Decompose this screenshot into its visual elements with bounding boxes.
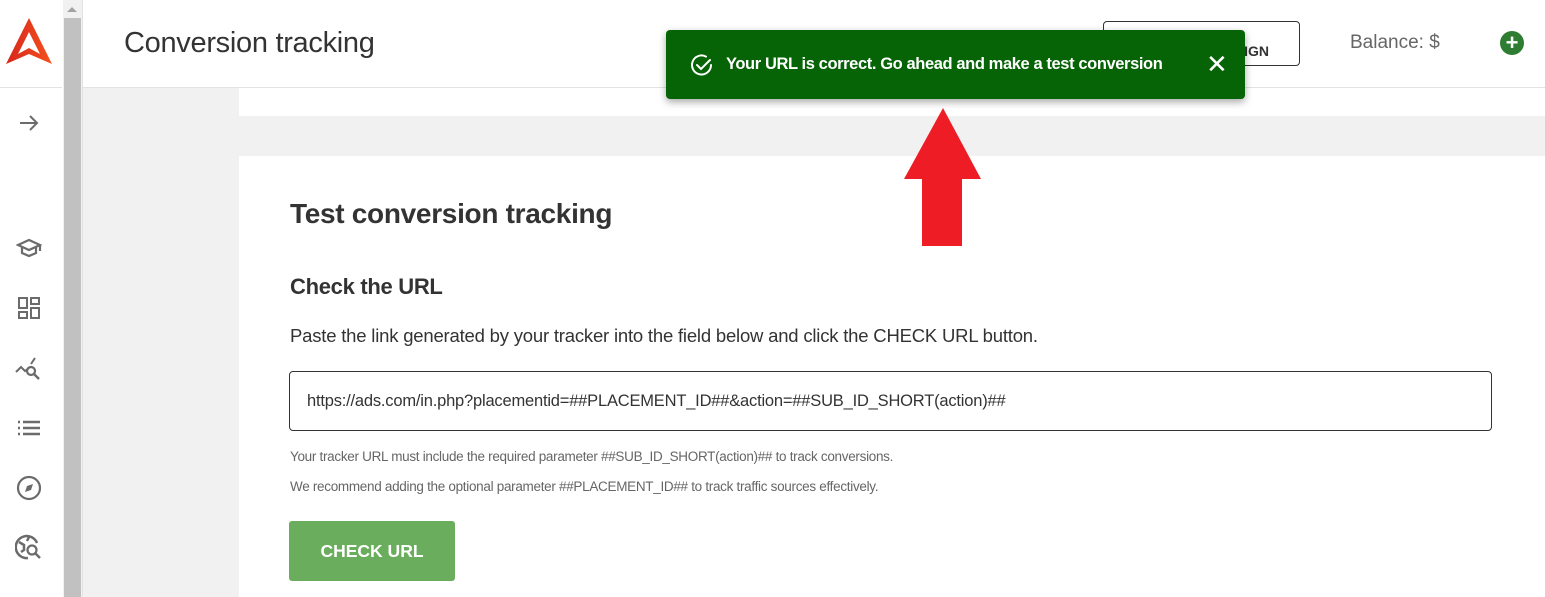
- success-toast: Your URL is correct. Go ahead and make a…: [666, 30, 1245, 99]
- globe-search-icon[interactable]: [14, 533, 44, 563]
- help-text-required: Your tracker URL must include the requir…: [290, 449, 894, 464]
- plus-circle-icon[interactable]: +: [1500, 31, 1524, 55]
- scrollbar-thumb[interactable]: [64, 18, 81, 597]
- red-arrow-annotation: [904, 108, 981, 246]
- compass-icon[interactable]: [14, 473, 44, 503]
- analytics-search-icon[interactable]: [14, 354, 44, 384]
- check-circle-icon: [691, 54, 712, 76]
- sidebar-scrollbar[interactable]: [63, 0, 82, 597]
- logo[interactable]: [6, 18, 52, 66]
- subsection-title: Check the URL: [290, 274, 443, 299]
- tracker-url-input[interactable]: [289, 371, 1492, 431]
- check-url-button[interactable]: CHECK URL: [289, 521, 455, 581]
- help-text-optional: We recommend adding the optional paramet…: [290, 479, 879, 494]
- close-icon[interactable]: ✕: [1206, 50, 1228, 78]
- balance-label: Balance: $: [1350, 32, 1440, 53]
- graduation-cap-icon[interactable]: [14, 233, 44, 263]
- dashboard-icon[interactable]: [14, 293, 44, 323]
- page-title: Conversion tracking: [124, 27, 375, 59]
- section-title: Test conversion tracking: [290, 198, 613, 229]
- scroll-up-arrow-icon[interactable]: [67, 7, 77, 12]
- instructions: Paste the link generated by your tracker…: [290, 325, 1038, 346]
- sidebar: [0, 0, 62, 597]
- arrow-right-icon[interactable]: [14, 108, 44, 138]
- toast-message: Your URL is correct. Go ahead and make a…: [726, 55, 1163, 73]
- sidebar-divider: [0, 87, 62, 88]
- list-icon[interactable]: [14, 413, 44, 443]
